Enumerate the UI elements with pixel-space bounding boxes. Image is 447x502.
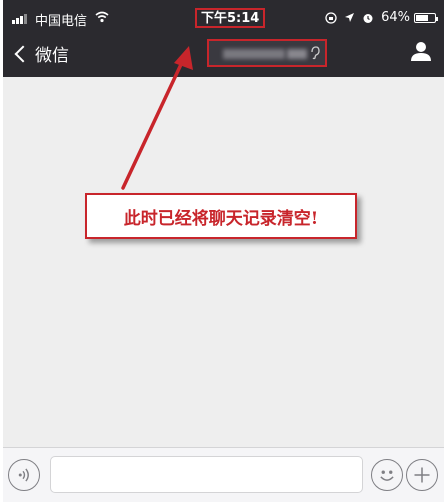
status-bar: 中国电信 下午5:14 64% bbox=[3, 0, 444, 34]
time-text: 下午5:14 bbox=[201, 11, 260, 26]
nav-bar: 微信 bbox=[3, 34, 444, 77]
annotation-callout: 此时已经将聊天记录清空! bbox=[85, 193, 357, 239]
person-icon[interactable] bbox=[410, 40, 432, 62]
lock-rotation-icon bbox=[325, 11, 337, 24]
alarm-icon bbox=[363, 13, 373, 23]
emoji-button[interactable] bbox=[371, 459, 403, 491]
plus-icon bbox=[414, 467, 430, 483]
carrier-name: 中国电信 bbox=[35, 14, 88, 29]
chat-screen: 中国电信 下午5:14 64% 微信 此时已经将聊天记录清空! bbox=[3, 0, 444, 502]
signal-icon bbox=[12, 14, 32, 24]
more-button[interactable] bbox=[406, 459, 438, 491]
earpiece-icon bbox=[311, 46, 320, 60]
status-time: 下午5:14 bbox=[195, 8, 266, 28]
battery-icon bbox=[414, 13, 438, 23]
input-bar bbox=[3, 447, 444, 502]
redacted-name-part bbox=[287, 49, 307, 59]
message-input[interactable] bbox=[50, 456, 363, 493]
voice-button[interactable] bbox=[8, 459, 40, 491]
wifi-icon bbox=[95, 11, 109, 23]
back-label: 微信 bbox=[35, 46, 69, 66]
chevron-left-icon bbox=[14, 45, 32, 62]
battery-percent: 64% bbox=[381, 10, 410, 25]
top-bar: 中国电信 下午5:14 64% 微信 bbox=[3, 0, 444, 77]
chat-title-redacted[interactable] bbox=[207, 39, 327, 67]
back-button[interactable]: 微信 bbox=[14, 41, 69, 66]
voice-icon bbox=[18, 468, 29, 482]
battery-level bbox=[416, 15, 428, 21]
redacted-name bbox=[223, 49, 285, 59]
location-icon bbox=[345, 13, 355, 22]
annotation-text: 此时已经将聊天记录清空! bbox=[123, 208, 319, 229]
emoji-icon bbox=[380, 470, 394, 481]
status-right: 64% bbox=[325, 10, 410, 25]
